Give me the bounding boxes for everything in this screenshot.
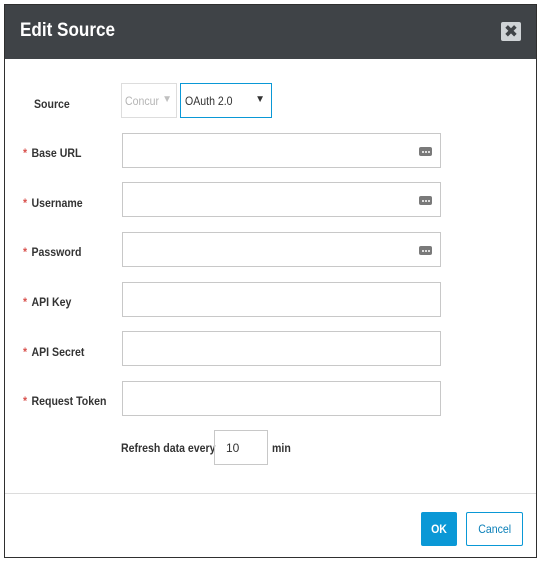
chevron-down-icon: ▼ xyxy=(255,94,265,105)
required-marker: * xyxy=(23,146,28,160)
request-token-label: * Request Token xyxy=(23,394,106,408)
ellipsis-box-icon[interactable] xyxy=(419,147,432,156)
auth-method-select[interactable]: OAuth 2.0 ▼ xyxy=(180,83,272,118)
edit-source-dialog: Edit Source ✖ Source Concur ▼ OAuth 2.0 … xyxy=(4,4,537,558)
ok-button[interactable]: OK xyxy=(421,512,457,546)
required-marker: * xyxy=(23,345,28,359)
cancel-button-label: Cancel xyxy=(478,522,511,536)
password-label-text: Password xyxy=(31,245,82,259)
api-secret-label: * API Secret xyxy=(23,345,84,359)
api-key-input[interactable] xyxy=(122,282,441,317)
refresh-label: Refresh data every xyxy=(121,441,216,455)
base-url-input[interactable] xyxy=(122,133,441,168)
auth-method-value: OAuth 2.0 xyxy=(185,93,233,108)
chevron-down-icon: ▼ xyxy=(162,94,172,105)
required-marker: * xyxy=(23,394,28,408)
api-secret-label-text: API Secret xyxy=(31,345,85,359)
footer-divider xyxy=(5,493,536,494)
ellipsis-box-icon[interactable] xyxy=(419,246,432,255)
refresh-interval-input[interactable]: 10 xyxy=(214,430,268,465)
required-marker: * xyxy=(23,245,28,259)
source-label: Source xyxy=(34,97,70,111)
close-button[interactable]: ✖ xyxy=(501,22,521,41)
refresh-unit: min xyxy=(272,441,291,455)
password-input[interactable] xyxy=(122,232,441,267)
ellipsis-box-icon[interactable] xyxy=(419,196,432,205)
api-key-label-text: API Key xyxy=(31,295,72,309)
username-input[interactable] xyxy=(122,182,441,217)
password-label: * Password xyxy=(23,245,81,259)
base-url-label: * Base URL xyxy=(23,146,81,160)
ok-button-label: OK xyxy=(431,522,447,536)
api-key-label: * API Key xyxy=(23,295,71,309)
required-marker: * xyxy=(23,196,28,210)
cancel-button[interactable]: Cancel xyxy=(466,512,523,546)
base-url-label-text: Base URL xyxy=(31,146,82,160)
source-type-select[interactable]: Concur ▼ xyxy=(121,83,177,118)
required-marker: * xyxy=(23,295,28,309)
source-type-value: Concur xyxy=(125,93,160,108)
request-token-label-text: Request Token xyxy=(31,394,107,408)
username-label-text: Username xyxy=(31,196,83,210)
request-token-input[interactable] xyxy=(122,381,441,416)
close-icon: ✖ xyxy=(503,22,519,41)
dialog-title: Edit Source xyxy=(20,20,116,41)
username-label: * Username xyxy=(23,196,83,210)
refresh-interval-value: 10 xyxy=(226,440,240,455)
api-secret-input[interactable] xyxy=(122,331,441,366)
dialog-titlebar: Edit Source ✖ xyxy=(5,5,536,59)
